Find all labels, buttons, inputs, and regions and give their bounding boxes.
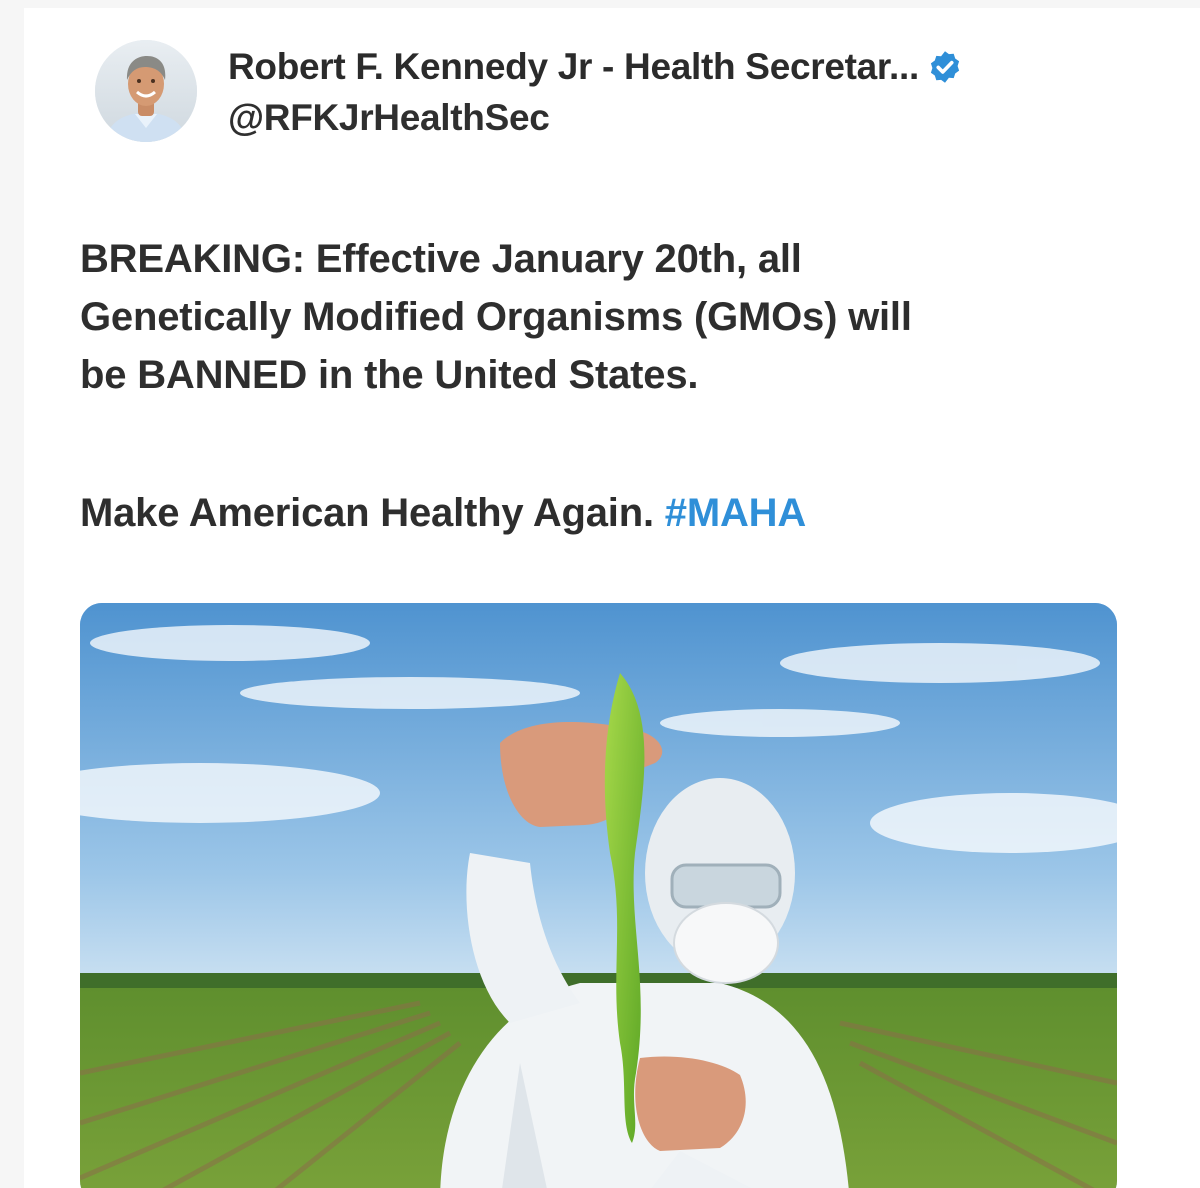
post-body-line: BREAKING: Effective January 20th, all [80,237,802,281]
post-tagline: Make American Healthy Again. [80,491,654,535]
post-body-line: Genetically Modified Organisms (GMOs) wi… [80,295,912,339]
post-tagline-row: Make American Healthy Again. #MAHA [80,484,806,542]
author-name-row[interactable]: Robert F. Kennedy Jr - Health Secretar..… [228,42,963,92]
post-media-image[interactable] [80,603,1117,1188]
author-display-name[interactable]: Robert F. Kennedy Jr - Health Secretar..… [228,46,919,88]
post-body-line: be BANNED in the United States. [80,353,699,397]
author-handle[interactable]: @RFKJrHealthSec [228,97,550,139]
hashtag-link[interactable]: #MAHA [665,491,806,535]
scientist-field-photo-icon [80,603,1117,1188]
avatar[interactable] [95,40,197,142]
screenshot-frame: Robert F. Kennedy Jr - Health Secretar..… [0,0,1200,1188]
verified-badge-icon [930,51,960,83]
profile-photo-icon [95,40,197,142]
post-body: BREAKING: Effective January 20th, all Ge… [80,230,1160,404]
